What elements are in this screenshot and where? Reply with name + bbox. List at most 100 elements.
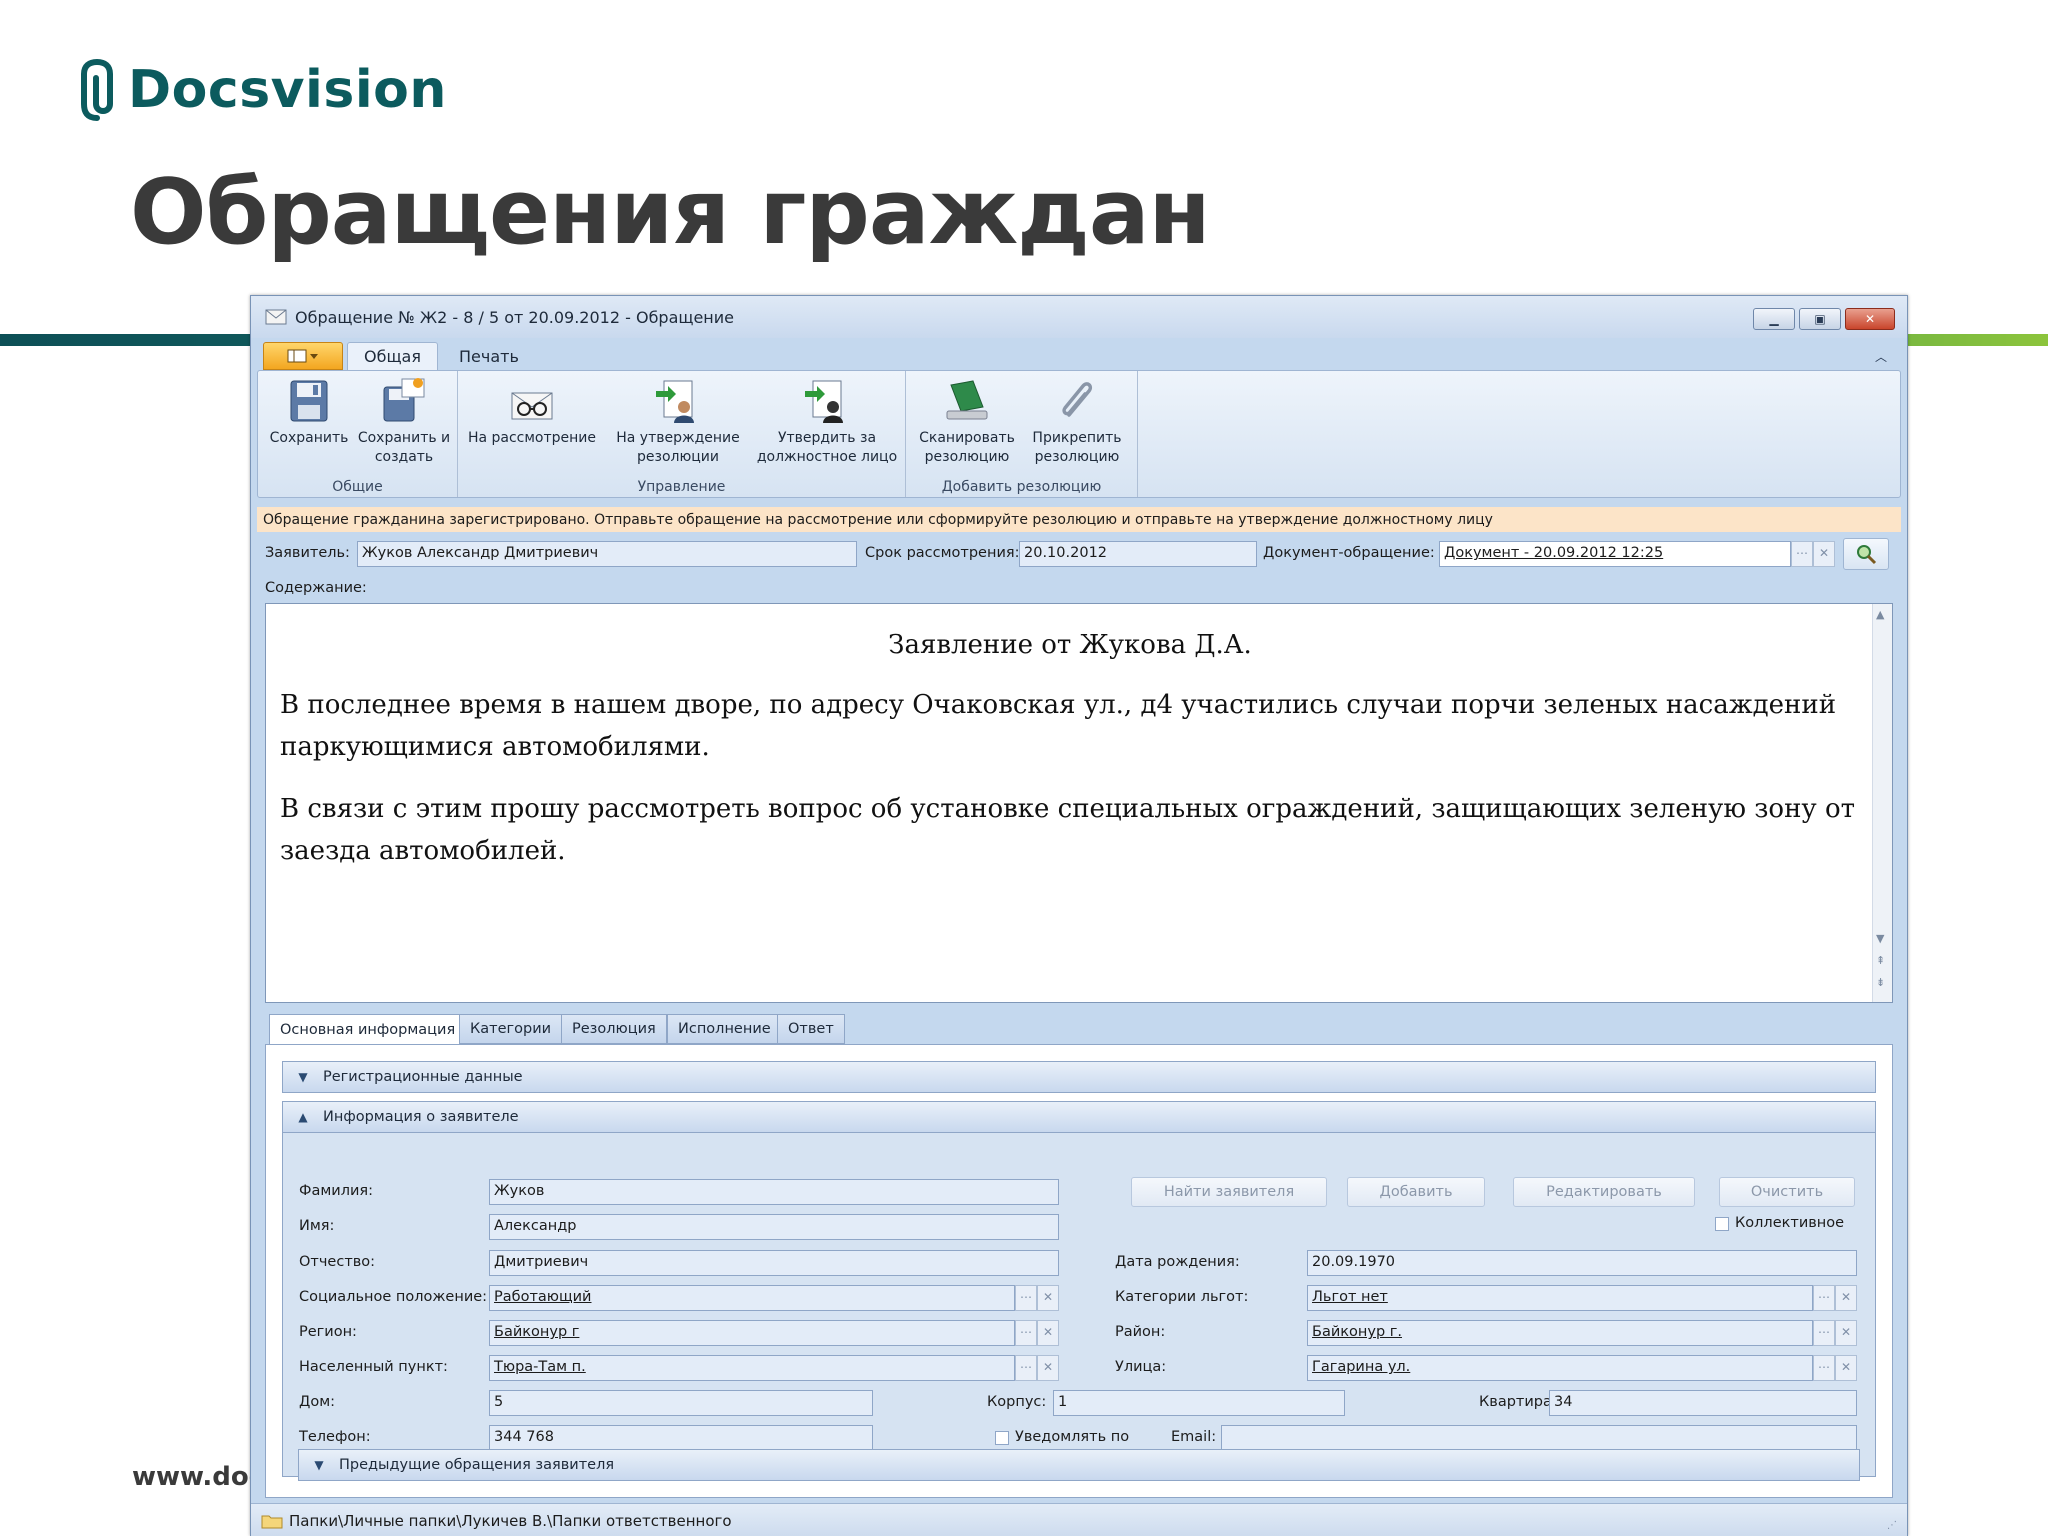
- notify-label: Уведомлять по: [1015, 1429, 1130, 1445]
- save-and-create-button[interactable]: Сохранить и создать: [356, 377, 452, 467]
- region-clear-button[interactable]: ✕: [1037, 1320, 1059, 1346]
- region-field[interactable]: Байконур г: [489, 1320, 1015, 1346]
- document-label: Документ-обращение:: [1263, 545, 1435, 561]
- approve-for-official-button[interactable]: Утвердить за должностное лицо: [754, 377, 900, 467]
- ribbon: Сохранить Сохранить и создать Общие На р…: [257, 370, 1901, 498]
- region-browse-button[interactable]: ⋯: [1015, 1320, 1037, 1346]
- tab-main-info[interactable]: Основная информация: [269, 1014, 467, 1046]
- street-field[interactable]: Гагарина ул.: [1307, 1355, 1813, 1381]
- apartment-field[interactable]: 34: [1549, 1390, 1857, 1416]
- scroll-page-up-icon[interactable]: ⇞: [1876, 954, 1885, 967]
- window-titlebar[interactable]: Обращение № Ж2 - 8 / 5 от 20.09.2012 - О…: [251, 296, 1907, 338]
- deadline-field[interactable]: 20.10.2012: [1019, 541, 1257, 567]
- ribbon-group-add-resolution: Сканировать резолюцию Прикрепить резолюц…: [906, 371, 1138, 497]
- content-scrollbar[interactable]: ▲ ▼ ⇞ ⇟: [1872, 604, 1892, 1002]
- collapse-ribbon-icon[interactable]: ︿: [1875, 348, 1887, 365]
- tab-resolution[interactable]: Резолюция: [561, 1014, 667, 1044]
- resize-grip-icon[interactable]: ⋰: [1887, 1520, 1897, 1531]
- tab-categories[interactable]: Категории: [459, 1014, 563, 1044]
- ribbon-tab-print[interactable]: Печать: [443, 342, 535, 370]
- phone-field[interactable]: 344 768: [489, 1425, 873, 1451]
- section-previous-title: Предыдущие обращения заявителя: [339, 1457, 615, 1473]
- application-menu-button[interactable]: [263, 342, 343, 370]
- document-browse-button[interactable]: ⋯: [1791, 541, 1813, 567]
- scroll-down-icon[interactable]: ▼: [1876, 932, 1884, 945]
- edit-applicant-button[interactable]: Редактировать: [1513, 1177, 1695, 1207]
- building-field[interactable]: 1: [1053, 1390, 1345, 1416]
- tab-answer[interactable]: Ответ: [777, 1014, 845, 1044]
- birthdate-field[interactable]: 20.09.1970: [1307, 1250, 1857, 1276]
- patronymic-field[interactable]: Дмитриевич: [489, 1250, 1059, 1276]
- save-button[interactable]: Сохранить: [264, 377, 354, 448]
- scroll-up-icon[interactable]: ▲: [1876, 608, 1884, 621]
- benefits-browse-button[interactable]: ⋯: [1813, 1285, 1835, 1311]
- street-clear-button[interactable]: ✕: [1835, 1355, 1857, 1381]
- to-approval-resolution-button[interactable]: На утверждение резолюции: [608, 377, 748, 467]
- content-paragraph-2: В связи с этим прошу рассмотреть вопрос …: [280, 794, 1856, 866]
- save-button-label: Сохранить: [269, 430, 349, 446]
- ribbon-tab-general[interactable]: Общая: [347, 342, 438, 370]
- benefits-label: Категории льгот:: [1115, 1289, 1249, 1305]
- document-clear-button[interactable]: ✕: [1813, 541, 1835, 567]
- section-applicant-title: Информация о заявителе: [323, 1109, 519, 1125]
- folder-icon: [261, 1515, 283, 1528]
- social-clear-button[interactable]: ✕: [1037, 1285, 1059, 1311]
- district-clear-button[interactable]: ✕: [1835, 1320, 1857, 1346]
- scanner-icon: [946, 380, 988, 420]
- notify-checkbox[interactable]: [995, 1431, 1009, 1445]
- envelope-icon: [265, 309, 287, 325]
- save-and-create-label: Сохранить и создать: [357, 430, 451, 465]
- tab-execution[interactable]: Исполнение: [667, 1014, 782, 1044]
- deadline-label: Срок рассмотрения:: [865, 545, 1020, 561]
- section-applicant-body: Найти заявителя Добавить Редактировать О…: [282, 1133, 1876, 1477]
- street-browse-button[interactable]: ⋯: [1813, 1355, 1835, 1381]
- section-previous-header[interactable]: ▼ Предыдущие обращения заявителя: [298, 1449, 1860, 1481]
- attach-resolution-label: Прикрепить резолюцию: [1032, 430, 1122, 465]
- document-link-field[interactable]: Документ - 20.09.2012 12:25: [1439, 541, 1791, 567]
- house-field[interactable]: 5: [489, 1390, 873, 1416]
- close-button[interactable]: ✕: [1845, 308, 1895, 330]
- district-field[interactable]: Байконур г.: [1307, 1320, 1813, 1346]
- ribbon-group-management-label: Управление: [637, 479, 726, 495]
- benefits-field[interactable]: Льгот нет: [1307, 1285, 1813, 1311]
- collective-checkbox[interactable]: [1715, 1217, 1729, 1231]
- add-applicant-button[interactable]: Добавить: [1347, 1177, 1485, 1207]
- clear-applicant-button[interactable]: Очистить: [1719, 1177, 1855, 1207]
- locality-field[interactable]: Тюра-Там п.: [489, 1355, 1015, 1381]
- main-info-panel: ▼ Регистрационные данные ▲ Информация о …: [265, 1044, 1893, 1498]
- locality-browse-button[interactable]: ⋯: [1015, 1355, 1037, 1381]
- window-title: Обращение № Ж2 - 8 / 5 от 20.09.2012 - О…: [295, 307, 735, 327]
- ribbon-tab-row: Общая Печать ︿: [251, 338, 1907, 370]
- content-label: Содержание:: [265, 580, 367, 596]
- surname-field[interactable]: Жуков: [489, 1179, 1059, 1205]
- social-browse-button[interactable]: ⋯: [1015, 1285, 1037, 1311]
- paperclip-logo-icon: [81, 58, 113, 121]
- section-applicant-header[interactable]: ▲ Информация о заявителе: [282, 1101, 1876, 1133]
- locality-clear-button[interactable]: ✕: [1037, 1355, 1059, 1381]
- section-registration-header[interactable]: ▼ Регистрационные данные: [282, 1061, 1876, 1093]
- scroll-page-down-icon[interactable]: ⇟: [1876, 976, 1885, 989]
- name-field[interactable]: Александр: [489, 1214, 1059, 1240]
- ribbon-group-general: Сохранить Сохранить и создать Общие: [258, 371, 458, 497]
- scan-resolution-button[interactable]: Сканировать резолюцию: [914, 377, 1020, 467]
- content-document: Заявление от Жукова Д.А. В последнее вре…: [266, 604, 1874, 1002]
- paperclip-icon: [1062, 382, 1093, 417]
- logo-text: Docsvision: [128, 60, 447, 120]
- application-window: Обращение № Ж2 - 8 / 5 от 20.09.2012 - О…: [250, 295, 1908, 1536]
- applicant-field[interactable]: Жуков Александр Дмитриевич: [357, 541, 857, 567]
- to-review-button[interactable]: На рассмотрение: [466, 377, 598, 448]
- attach-resolution-button[interactable]: Прикрепить резолюцию: [1024, 377, 1130, 467]
- email-field[interactable]: [1221, 1425, 1857, 1451]
- minimize-button[interactable]: ▁: [1753, 308, 1795, 330]
- maximize-button[interactable]: ▣: [1799, 308, 1841, 330]
- social-label: Социальное положение:: [299, 1289, 488, 1305]
- social-field[interactable]: Работающий: [489, 1285, 1015, 1311]
- find-applicant-button[interactable]: Найти заявителя: [1131, 1177, 1327, 1207]
- benefits-clear-button[interactable]: ✕: [1835, 1285, 1857, 1311]
- content-editor[interactable]: Заявление от Жукова Д.А. В последнее вре…: [265, 603, 1893, 1003]
- locality-label: Населенный пункт:: [299, 1359, 448, 1375]
- document-open-button[interactable]: [1843, 538, 1889, 570]
- ribbon-group-management: На рассмотрение На утверждение резолюции: [458, 371, 906, 497]
- section-registration-title: Регистрационные данные: [323, 1069, 523, 1085]
- district-browse-button[interactable]: ⋯: [1813, 1320, 1835, 1346]
